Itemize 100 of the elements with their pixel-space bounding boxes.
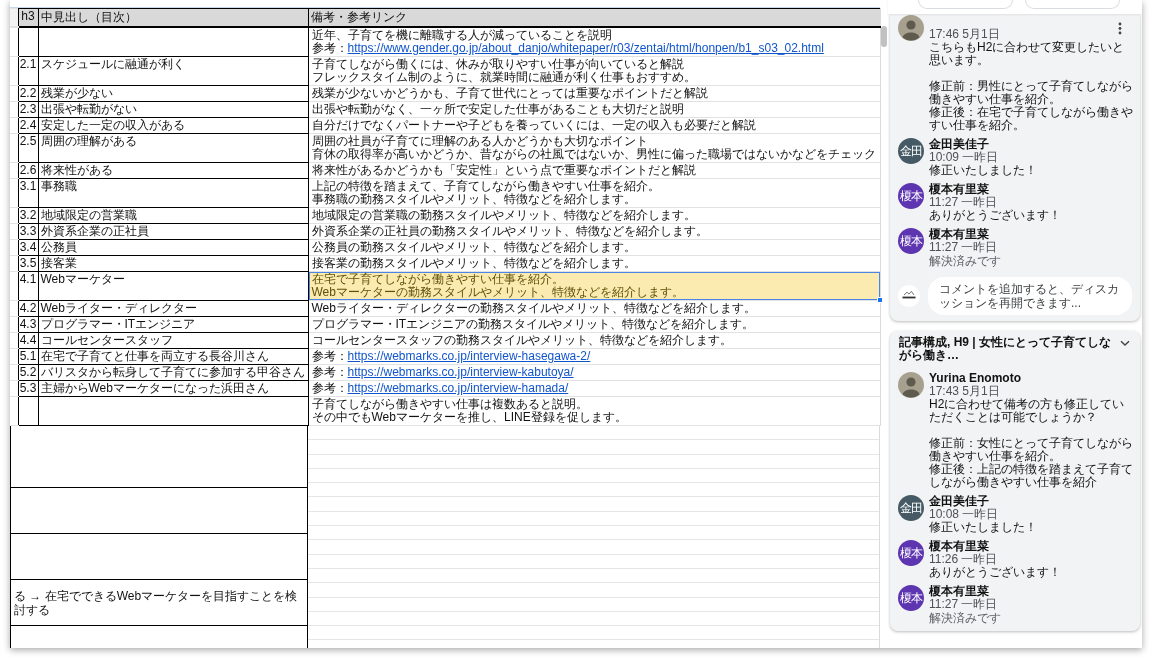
comment-text: 修正いたしました！ <box>929 164 1038 177</box>
comment-text: 修正前：男性にとって子育てしながら働きやすい仕事を紹介。 <box>929 80 1134 106</box>
section-number-cell: 5.2 <box>18 364 38 381</box>
section-number-cell: 3.4 <box>18 239 38 256</box>
notes-cell-text: コールセンタースタッフの勤務スタイルやメリット、特徴などを紹介します。 <box>310 333 733 348</box>
author-name: 榎本有里菜 <box>929 228 990 241</box>
section-number-cell: 5.3 <box>18 380 38 397</box>
comment-time: 10:09 一昨日 <box>929 151 1000 164</box>
author-name: 榎本有里菜 <box>929 183 990 196</box>
comment-time: 10:08 一昨日 <box>929 508 1000 521</box>
notes-cell-text: 出張や転勤がなく、一ヶ所で安定した仕事があることも大切だと説明 <box>310 102 685 117</box>
heading-cell: 将来性がある <box>38 162 308 179</box>
heading-cell: 外資系企業の正社員 <box>38 223 308 240</box>
notes-cell-text: 子育てしながら働きやすい仕事は複数あると説明。 その中でもWebマーケターを推し、LINE登録を促します。 <box>310 397 628 425</box>
author-name: 榎本有里菜 <box>929 585 990 598</box>
notes-cell-text: 参考：https://webmarks.co.jp/interview-hamada/ <box>310 381 570 396</box>
notes-cell-text: 周囲の社員が子育てに理解のある人かどうかも大切なポイント 育休の取得率が高いかどうか、昔ながらの社風ではないか、男性に偏った職場ではないかなどをチェック <box>310 134 877 162</box>
table-cell: る → 在宅でできるWebマーケターを目指すことを検討する <box>11 580 307 626</box>
column-header: 中見出し（目次） <box>38 8 308 27</box>
comment-text: ありがとうございます！ <box>929 566 1062 579</box>
comment-text: 修正いたしました！ <box>929 521 1038 534</box>
section-number-cell: 3.5 <box>18 255 38 272</box>
heading-cell: スケジュールに融通が利く <box>38 56 308 86</box>
heading-cell: バリスタから転身して子育てに参加する甲谷さん <box>38 364 308 381</box>
reply-field[interactable]: コメントを追加すると、ディスカッションを再開できます... <box>928 277 1132 315</box>
heading-cell: 出張や転勤がない <box>38 101 308 118</box>
comment-time: 11:27 一昨日 <box>929 196 999 209</box>
notes-cell-text: 残業が少ないかどうかも、子育て世代にとっては重要なポイントだと解説 <box>310 86 709 101</box>
section-number-cell: 2.3 <box>18 101 38 118</box>
notes-cell-text: 地域限定の営業職の勤務スタイルやメリット、特徴などを紹介します。 <box>310 208 697 223</box>
heading-cell: 地域限定の営業職 <box>38 207 308 224</box>
comment-time: 17:43 5月1日 <box>929 385 1001 398</box>
thread-title: 記事構成, H9 | 女性にとって子育てしながら働き… <box>899 336 1113 362</box>
heading-cell: コールセンタースタッフ <box>38 332 308 349</box>
heading-cell: プログラマー・ITエンジニア <box>38 316 308 333</box>
logo-icon <box>898 285 920 307</box>
user-avatar-icon <box>898 15 924 41</box>
reference-link[interactable]: https://www.gender.go.jp/about_danjo/whitepaper/r03/zentai/html/honpen/b1_s03_02.html <box>347 41 824 55</box>
user-avatar: 金田 <box>898 495 924 521</box>
heading-cell: Webマーケター <box>38 271 308 301</box>
section-number-cell: 2.4 <box>18 117 38 134</box>
column-header: 備考・参考リンク <box>308 8 880 27</box>
comment-time: 11:26 一昨日 <box>929 553 999 566</box>
heading-cell: 在宅で子育てと仕事を両立する長谷川さん <box>38 348 308 365</box>
heading-cell: 周囲の理解がある <box>38 133 308 163</box>
chevron-down-icon[interactable] <box>1120 340 1130 347</box>
reference-link[interactable]: https://webmarks.co.jp/interview-hamada/ <box>347 381 569 395</box>
heading-cell: 残業が少ない <box>38 85 308 102</box>
section-number-cell: 4.4 <box>18 332 38 349</box>
section-number-cell: 2.6 <box>18 162 38 179</box>
author-name: 金田美佳子 <box>929 138 990 151</box>
section-number-cell: 2.5 <box>18 133 38 163</box>
comment-time: 11:27 一昨日 <box>929 241 999 254</box>
notes-cell-text: 近年、子育てを機に離職する人が減っていることを説明 参考：https://www.gender.go.jp/about_danjo/whitepaper/r03/zentai/html/honpen/b1_s03_02.html <box>310 28 825 56</box>
notes-cell-text: 上記の特徴を踏まえて、子育てしながら働きやすい仕事を紹介。 事務職の勤務スタイルやメリット、特徴などを紹介します。 <box>310 179 661 207</box>
notes-cell-text: 参考：https://webmarks.co.jp/interview-hasegawa-2/ <box>310 349 592 364</box>
comment-text: 修正前：女性にとって子育てしながら働きやすい仕事を紹介。 <box>929 437 1134 463</box>
comment-text: こちらもH2に合わせて変更したいと思います。 <box>929 41 1126 67</box>
section-number-cell: 4.3 <box>18 316 38 333</box>
comment-time: 17:46 5月1日 <box>929 28 1001 41</box>
user-avatar: 榎本 <box>898 183 924 209</box>
section-number-cell: 5.1 <box>18 348 38 365</box>
author-name: 金田美佳子 <box>929 495 990 508</box>
user-avatar-icon <box>898 372 924 398</box>
comment-time: 11:27 一昨日 <box>929 598 999 611</box>
heading-cell: 公務員 <box>38 239 308 256</box>
resolved-status: 解決済みです <box>929 612 1002 625</box>
notes-cell-text: 外資系企業の正社員の勤務スタイルやメリット、特徴などを紹介します。 <box>310 224 709 239</box>
more-options-icon[interactable] <box>1118 21 1122 35</box>
notes-cell-text: 接客業の勤務スタイルやメリット、特徴などを紹介します。 <box>310 256 637 271</box>
notes-cell-text: プログラマー・ITエンジニアの勤務スタイルやメリット、特徴などを紹介します。 <box>310 317 756 332</box>
notes-cell-text: 自分だけでなくパートナーや子どもを養っていくには、一定の収入も必要だと解説 <box>310 118 757 133</box>
section-number-cell: 4.1 <box>18 271 38 301</box>
author-name: 榎本有里菜 <box>929 540 990 553</box>
comment-text: ありがとうございます！ <box>929 209 1062 222</box>
notes-cell-text: 公務員の勤務スタイルやメリット、特徴などを紹介します。 <box>310 240 637 255</box>
scrollbar-thumb[interactable] <box>881 26 887 47</box>
section-number-cell: 2.2 <box>18 85 38 102</box>
heading-cell: Webライター・ディレクター <box>38 300 308 317</box>
heading-cell: 事務職 <box>38 178 308 208</box>
user-avatar: 榎本 <box>898 585 924 611</box>
comment-text: 修正後：上記の特徴を踏まえて子育てしながら働きやすい仕事を紹介 <box>929 463 1134 489</box>
section-number-cell: 2.1 <box>18 56 38 86</box>
comment-text: H2に合わせて備考の方も修正していただくことは可能でしょうか？ <box>929 398 1126 424</box>
user-avatar: 金田 <box>898 138 924 164</box>
author-name: Yurina Enomoto <box>929 372 1022 385</box>
notes-cell: 在宅で子育てしながら働きやすい仕事を紹介。 Webマーケターの勤務スタイルやメリット、特徴などを紹介します。 <box>308 272 880 300</box>
notes-cell-text: 子育てしながら働くには、休みが取りやすい仕事が向いていると解説 フレックスタイム制のように、就業時間に融通が利く仕事もおすすめ。 <box>310 57 697 85</box>
notes-cell-text: Webライター・ディレクターの勤務スタイルやメリット、特徴などを紹介します。 <box>310 301 757 316</box>
selection-handle[interactable] <box>876 297 883 303</box>
section-number-cell: 3.1 <box>18 178 38 208</box>
reference-link[interactable]: https://webmarks.co.jp/interview-hasegawa-2/ <box>347 349 591 363</box>
user-avatar: 榎本 <box>898 540 924 566</box>
reference-link[interactable]: https://webmarks.co.jp/interview-kabutoya/ <box>347 365 574 379</box>
comment-text: 修正後：在宅で子育てしながら働きやすい仕事を紹介。 <box>929 106 1134 132</box>
notes-cell-text: 将来性があるかどうかも「安定性」という点で重要なポイントだと解説 <box>310 163 697 178</box>
resolved-status: 解決済みです <box>929 255 1002 268</box>
section-number-cell: 4.2 <box>18 300 38 317</box>
heading-cell: 主婦からWebマーケターになった浜田さん <box>38 380 308 397</box>
heading-cell: 接客業 <box>38 255 308 272</box>
